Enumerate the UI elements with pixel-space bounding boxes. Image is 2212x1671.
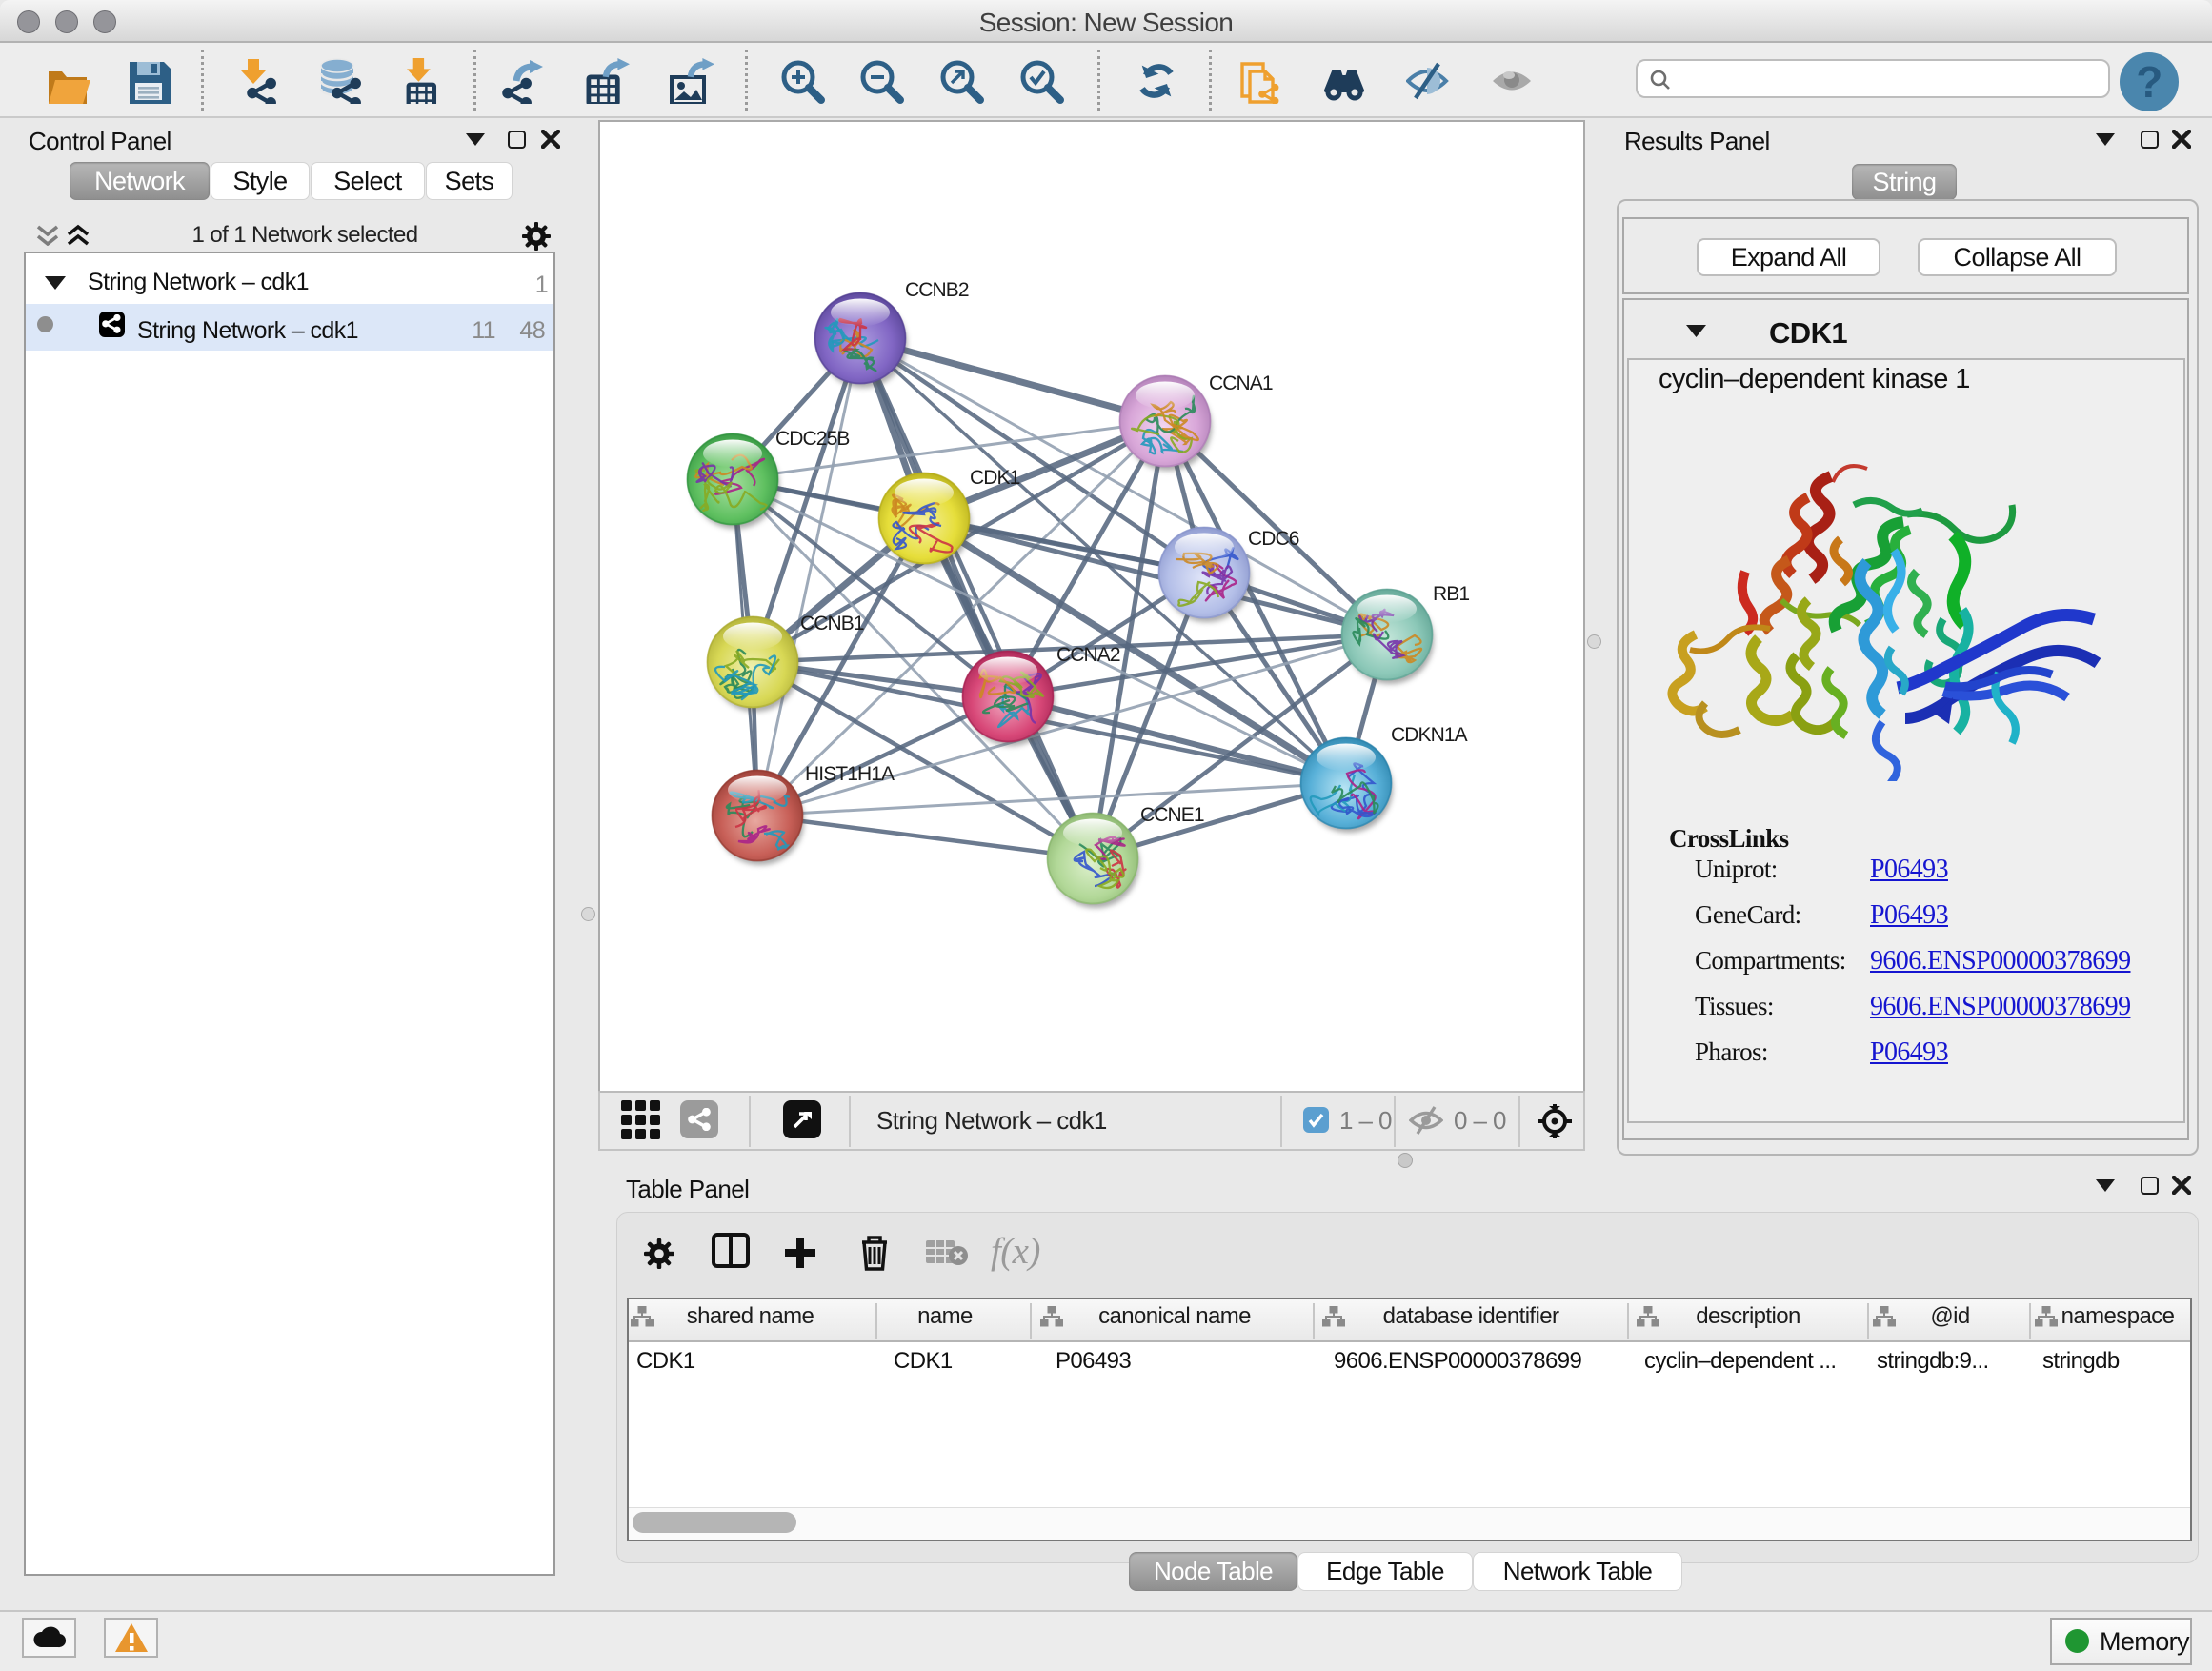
svg-text:CCNA2: CCNA2 bbox=[1056, 644, 1120, 666]
svg-text:RB1: RB1 bbox=[1433, 583, 1469, 605]
svg-text:CCNE1: CCNE1 bbox=[1140, 804, 1204, 826]
svg-text:CCNB2: CCNB2 bbox=[905, 279, 969, 301]
svg-text:CDC25B: CDC25B bbox=[775, 428, 849, 450]
svg-text:HIST1H1A: HIST1H1A bbox=[805, 763, 895, 785]
svg-text:CDK1: CDK1 bbox=[970, 467, 1020, 489]
svg-text:CDKN1A: CDKN1A bbox=[1391, 724, 1468, 746]
svg-text:CDC6: CDC6 bbox=[1248, 528, 1299, 550]
svg-text:CCNB1: CCNB1 bbox=[800, 613, 864, 634]
svg-text:CCNA1: CCNA1 bbox=[1209, 372, 1273, 394]
